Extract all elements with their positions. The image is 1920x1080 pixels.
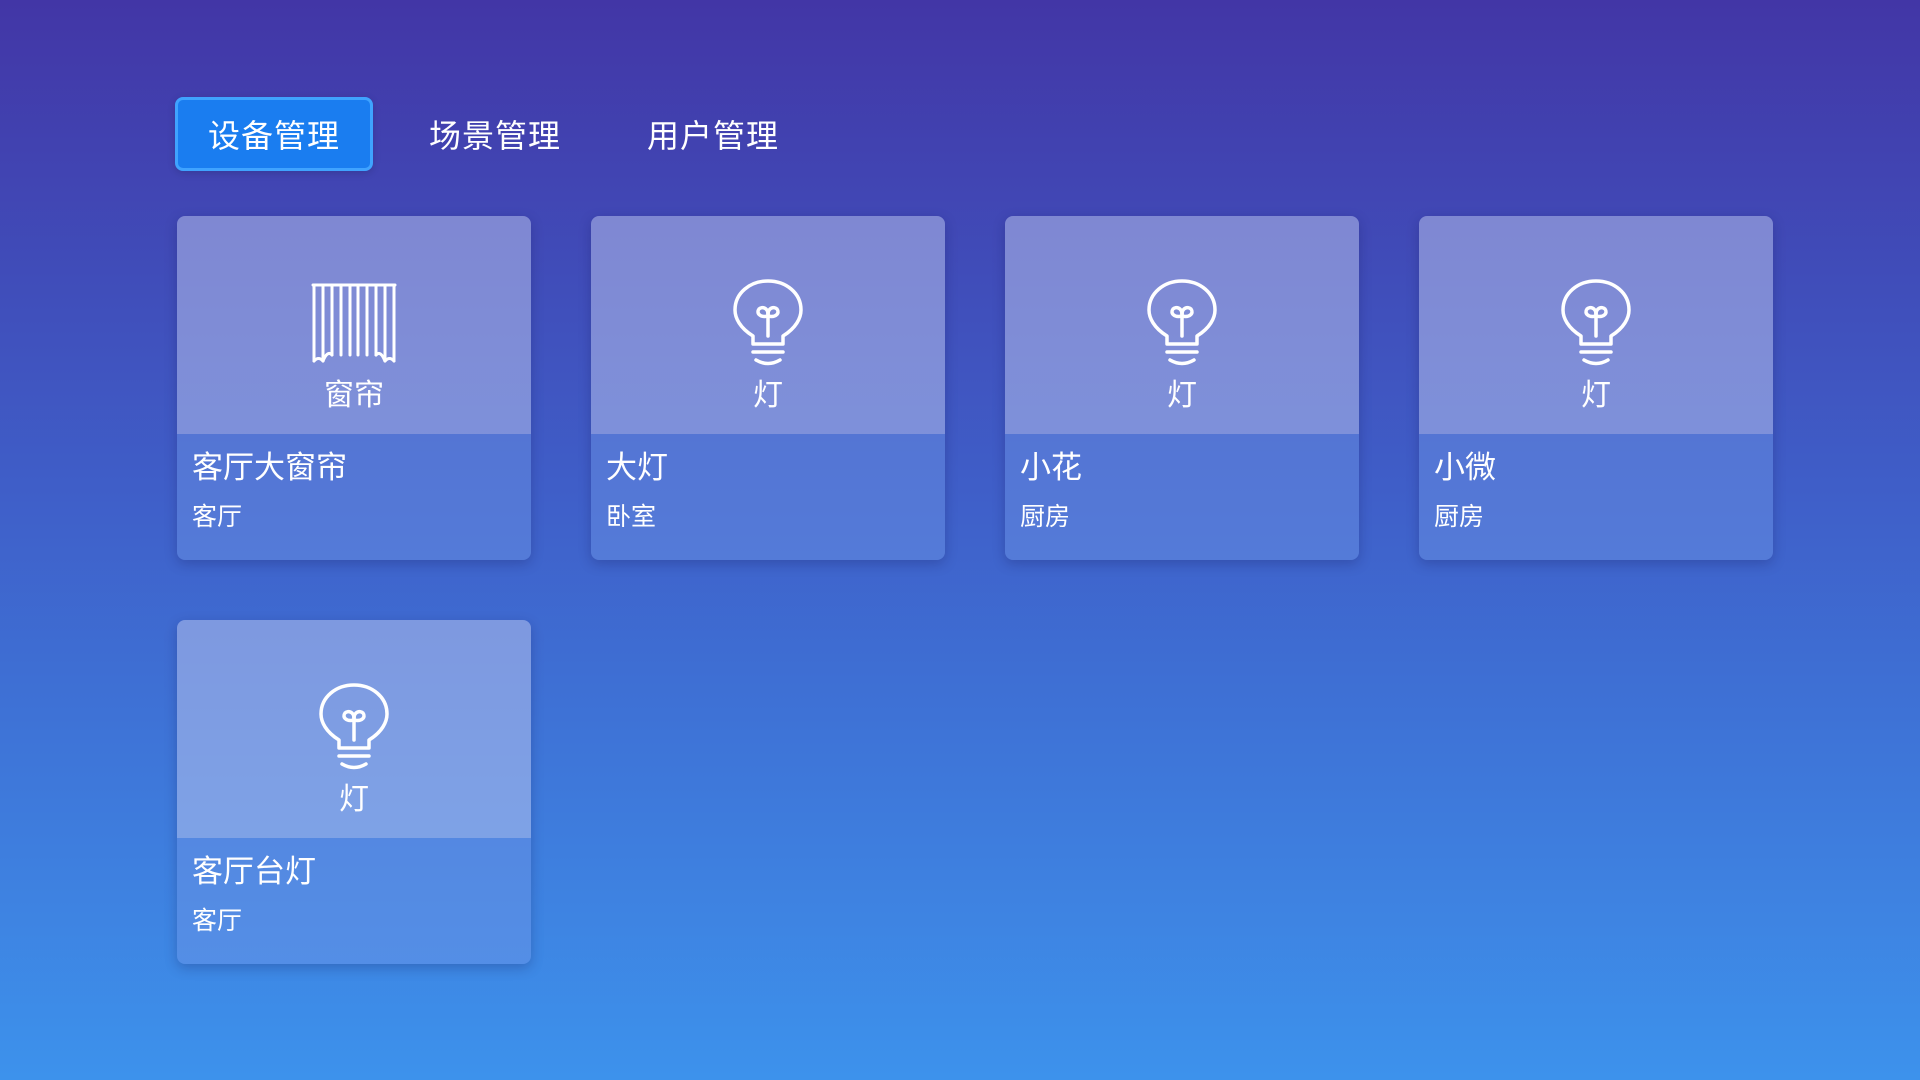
tab-scene-management[interactable]: 场景管理	[399, 97, 591, 171]
light-bulb-icon	[723, 278, 813, 368]
device-card-header: 灯	[177, 620, 531, 838]
device-card-header: 灯	[1419, 216, 1773, 434]
tab-device-management[interactable]: 设备管理	[175, 97, 374, 171]
tab-user-management[interactable]: 用户管理	[617, 97, 809, 171]
device-card[interactable]: 窗帘 客厅大窗帘 客厅	[177, 216, 531, 560]
device-room: 客厅	[192, 906, 243, 935]
curtain-icon	[309, 278, 399, 368]
device-card[interactable]: 灯 小微 厨房	[1419, 216, 1773, 560]
device-name: 大灯	[606, 450, 668, 486]
device-type-label: 灯	[1581, 378, 1611, 413]
device-card-header: 灯	[591, 216, 945, 434]
device-card[interactable]: 灯 客厅台灯 客厅	[177, 620, 531, 964]
device-room: 厨房	[1020, 502, 1071, 531]
device-card-body: 小微 厨房	[1419, 434, 1773, 560]
device-name: 客厅大窗帘	[192, 450, 347, 486]
device-room: 厨房	[1434, 502, 1485, 531]
device-card-header: 窗帘	[177, 216, 531, 434]
device-grid: 窗帘 客厅大窗帘 客厅 灯 大灯 卧室 灯 小花 厨房 灯 小微 厨房 灯 客厅…	[177, 216, 1777, 964]
light-bulb-icon	[1137, 278, 1227, 368]
device-card-body: 小花 厨房	[1005, 434, 1359, 560]
device-card[interactable]: 灯 大灯 卧室	[591, 216, 945, 560]
device-type-label: 灯	[1167, 378, 1197, 413]
device-name: 小微	[1434, 450, 1496, 486]
light-bulb-icon	[309, 682, 399, 772]
device-type-label: 灯	[753, 378, 783, 413]
device-name: 小花	[1020, 450, 1082, 486]
top-tab-bar: 设备管理 场景管理 用户管理	[175, 97, 835, 171]
device-card-header: 灯	[1005, 216, 1359, 434]
device-type-label: 窗帘	[324, 378, 384, 413]
device-room: 客厅	[192, 502, 243, 531]
device-card-body: 客厅台灯 客厅	[177, 838, 531, 964]
device-type-label: 灯	[339, 782, 369, 817]
light-bulb-icon	[1551, 278, 1641, 368]
device-room: 卧室	[606, 502, 657, 531]
device-card-body: 客厅大窗帘 客厅	[177, 434, 531, 560]
device-name: 客厅台灯	[192, 854, 316, 890]
device-card-body: 大灯 卧室	[591, 434, 945, 560]
device-card[interactable]: 灯 小花 厨房	[1005, 216, 1359, 560]
